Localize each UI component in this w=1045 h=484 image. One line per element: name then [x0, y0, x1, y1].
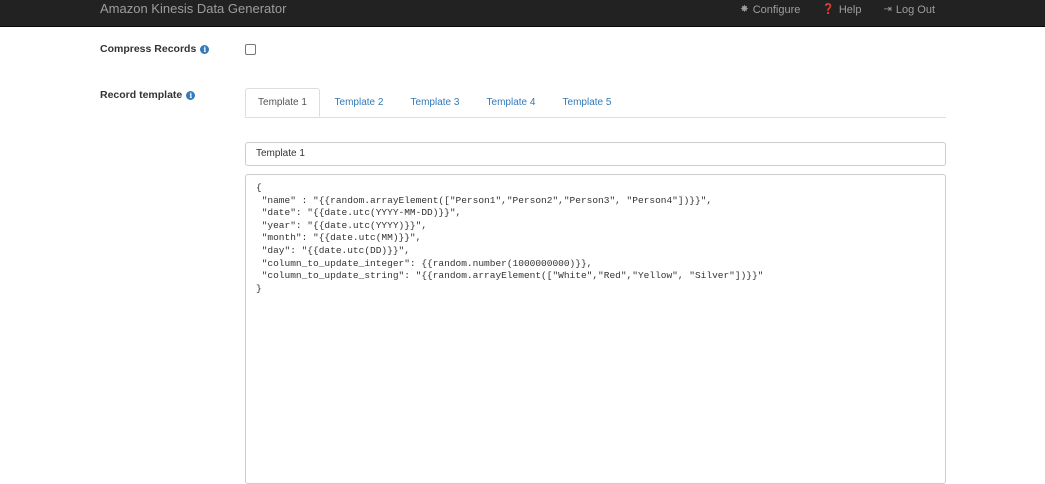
info-icon[interactable]: i [186, 90, 196, 100]
logout-label: Log Out [895, 3, 935, 16]
nav-links: ✸ Configure ❓ Help ⇥ Log Out [740, 0, 935, 20]
compress-records-label: Compress Records i [100, 43, 210, 55]
template-tabs: Template 1 Template 2 Template 3 Templat… [245, 88, 946, 118]
compress-records-checkbox[interactable] [245, 44, 256, 55]
configure-link[interactable]: ✸ Configure [740, 0, 800, 20]
template-line: "column_to_update_integer": {{random.num… [256, 257, 593, 269]
top-navbar: Amazon Kinesis Data Generator ✸ Configur… [0, 0, 1045, 27]
tab-template-2[interactable]: Template 2 [325, 88, 393, 117]
configure-label: Configure [752, 3, 801, 16]
info-icon[interactable]: i [200, 44, 210, 54]
record-template-label: Record template i [100, 89, 196, 101]
record-template-text: Record template [100, 89, 183, 101]
template-line: "column_to_update_string": "{{random.arr… [256, 270, 764, 282]
tab-template-3[interactable]: Template 3 [401, 88, 469, 117]
template-line: "name" : "{{random.arrayElement(["Person… [256, 194, 713, 206]
app-title[interactable]: Amazon Kinesis Data Generator [100, 0, 286, 20]
template-line: "month": "{{date.utc(MM)}}", [256, 232, 422, 244]
logout-link[interactable]: ⇥ Log Out [883, 0, 935, 20]
template-name-input[interactable]: Template 1 [245, 142, 946, 166]
template-line: "year": "{{date.utc(YYYY)}}", [256, 219, 428, 231]
compress-records-text: Compress Records [100, 43, 197, 55]
template-line: { [256, 182, 262, 193]
help-label: Help [838, 3, 862, 16]
question-circle-icon: ❓ [822, 4, 835, 15]
template-line: } [256, 282, 262, 294]
tab-template-5[interactable]: Template 5 [553, 88, 621, 117]
logout-icon: ⇥ [883, 4, 892, 15]
gear-icon: ✸ [740, 4, 749, 15]
template-editor[interactable]: { "name" : "{{random.arrayElement(["Pers… [245, 174, 946, 484]
tab-template-4[interactable]: Template 4 [477, 88, 545, 117]
template-line: "day": "{{date.utc(DD)}}", [256, 244, 410, 256]
help-link[interactable]: ❓ Help [822, 0, 861, 20]
tab-template-1[interactable]: Template 1 [245, 88, 320, 117]
template-line: "date": "{{date.utc(YYYY-MM-DD)}}", [256, 207, 462, 219]
